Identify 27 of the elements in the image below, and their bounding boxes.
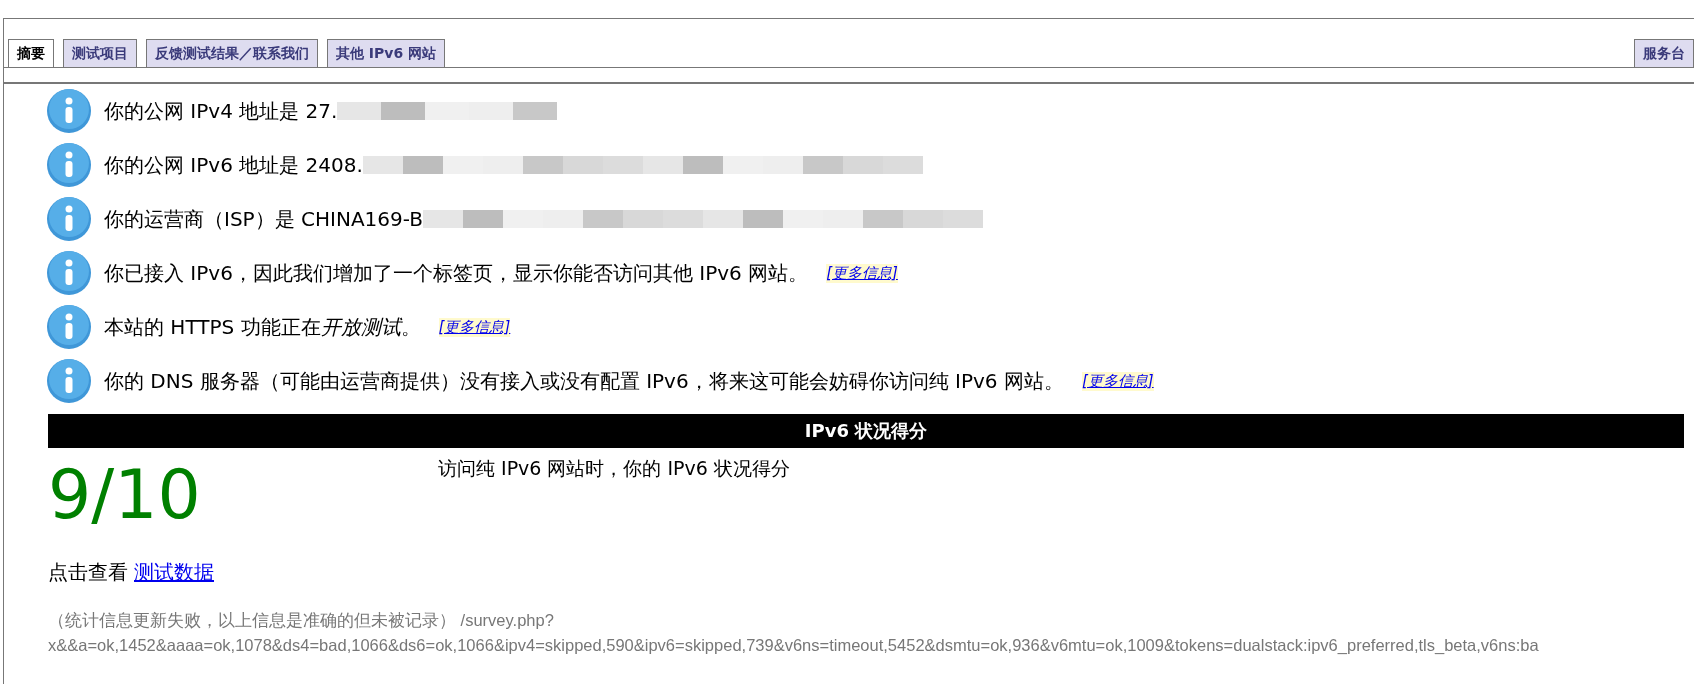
info-message: 你的 DNS 服务器（可能由运营商提供）没有接入或没有配置 IPv6，将来这可能会妨碍你访问纯 IPv6 网站。 [104, 367, 1064, 395]
score-header: IPv6 状况得分 [48, 414, 1684, 448]
more-info-link[interactable]: [更多信息] [438, 317, 511, 337]
test-data-label: 点击查看 [48, 558, 128, 586]
info-icon [46, 358, 92, 404]
tab[interactable]: 摘要 [8, 39, 54, 67]
info-icon [46, 196, 92, 242]
tab[interactable]: 其他 IPv6 网站 [327, 39, 446, 67]
score-value: 9/10 [48, 458, 202, 533]
survey-note: （统计信息更新失败，以上信息是准确的但未被记录） /survey.php? [48, 609, 555, 631]
info-message: 你的运营商（ISP）是 CHINA169-B [104, 205, 423, 233]
info-icon [46, 88, 92, 134]
tab[interactable]: 服务台 [1634, 39, 1694, 67]
more-info-link[interactable]: [更多信息] [1081, 371, 1154, 391]
info-message: 你已接入 IPv6，因此我们增加了一个标签页，显示你能否访问其他 IPv6 网站。 [104, 259, 809, 287]
info-message: 你的公网 IPv6 地址是 2408. [104, 151, 363, 179]
survey-note: x&&a=ok,1452&aaaa=ok,1078&ds4=bad,1066&ds6=ok,1066&ipv4=skipped,590&ipv6=skipped,739&v6ns=timeout,5452&dsmtu=ok,936&v6mtu=ok,1009&tokens=dualstack:ipv6_preferred,tls_beta,v6ns:ba [48, 634, 1540, 656]
info-message: 本站的 HTTPS 功能正在开放测试。 [104, 313, 421, 341]
info-icon [46, 304, 92, 350]
info-icon [46, 142, 92, 188]
info-message: 你的公网 IPv4 地址是 27. [104, 97, 338, 125]
score-caption: 访问纯 IPv6 网站时，你的 IPv6 状况得分 [438, 456, 790, 481]
info-icon [46, 250, 92, 296]
test-data-link[interactable]: 测试数据 [134, 558, 214, 586]
tab[interactable]: 反馈测试结果／联系我们 [146, 39, 318, 67]
tab[interactable]: 测试项目 [63, 39, 137, 67]
more-info-link[interactable]: [更多信息] [826, 263, 898, 283]
